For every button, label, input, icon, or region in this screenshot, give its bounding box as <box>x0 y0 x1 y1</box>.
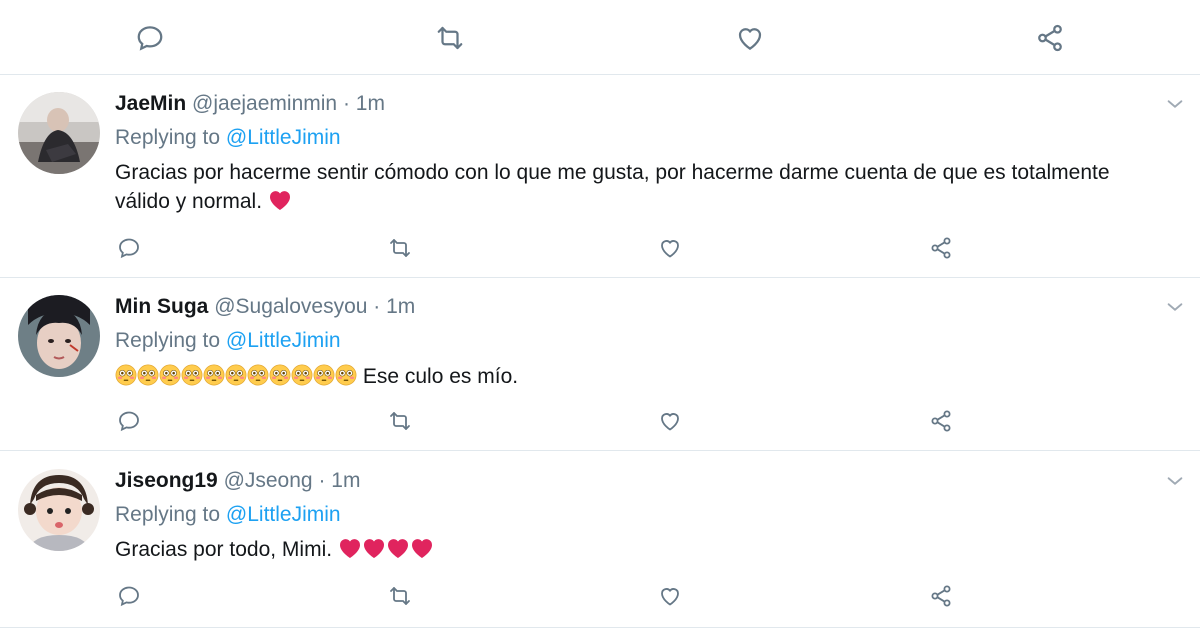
flushed-face-emoji-icon <box>225 364 247 394</box>
reply-icon[interactable] <box>114 581 144 611</box>
reply-icon[interactable] <box>114 406 144 436</box>
red-heart-emoji-icon <box>362 537 386 567</box>
avatar[interactable] <box>18 469 100 551</box>
like-icon[interactable] <box>655 406 685 436</box>
replying-to: Replying to @LittleJimin <box>115 503 341 527</box>
replying-to: Replying to @LittleJimin <box>115 126 341 150</box>
retweet-icon[interactable] <box>385 233 415 263</box>
share-icon[interactable] <box>926 581 956 611</box>
tweet-header: JaeMin @jaejaeminmin · 1m <box>115 92 385 116</box>
mention-link[interactable]: @LittleJimin <box>226 329 341 352</box>
red-heart-emoji-icon <box>410 537 434 567</box>
red-heart-emoji-icon <box>338 537 362 567</box>
chevron-down-icon[interactable] <box>1164 93 1186 115</box>
separator-dot: · <box>373 295 381 318</box>
flushed-face-emoji-icon <box>269 364 291 394</box>
share-icon[interactable] <box>1032 20 1068 56</box>
chevron-down-icon[interactable] <box>1164 470 1186 492</box>
tweet-header: Jiseong19 @Jseong · 1m <box>115 469 360 493</box>
tweet[interactable]: Jiseong19 @Jseong · 1m Replying to @Litt… <box>0 451 1200 628</box>
flushed-face-emoji-row <box>115 364 357 388</box>
flushed-face-emoji-icon <box>335 364 357 394</box>
user-handle[interactable]: @Sugalovesyou <box>214 295 367 318</box>
replying-prefix: Replying to <box>115 126 226 149</box>
replying-prefix: Replying to <box>115 329 226 352</box>
like-icon[interactable] <box>655 233 685 263</box>
user-handle[interactable]: @Jseong <box>224 469 313 492</box>
share-icon[interactable] <box>926 233 956 263</box>
flushed-face-emoji-icon <box>181 364 203 394</box>
red-heart-emoji-icon <box>386 537 410 567</box>
user-handle[interactable]: @jaejaeminmin <box>192 92 337 115</box>
like-icon[interactable] <box>655 581 685 611</box>
display-name[interactable]: Min Suga <box>115 295 208 318</box>
retweet-icon[interactable] <box>432 20 468 56</box>
retweet-icon[interactable] <box>385 406 415 436</box>
retweet-icon[interactable] <box>385 581 415 611</box>
tweet-text: Ese culo es mío. <box>115 362 1115 394</box>
separator-dot: · <box>318 469 326 492</box>
flushed-face-emoji-icon <box>247 364 269 394</box>
share-icon[interactable] <box>926 406 956 436</box>
flushed-face-emoji-icon <box>291 364 313 394</box>
flushed-face-emoji-icon <box>159 364 181 394</box>
flushed-face-emoji-icon <box>203 364 225 394</box>
like-icon[interactable] <box>732 20 768 56</box>
tweet-text-content: Ese culo es mío. <box>362 365 519 388</box>
display-name[interactable]: Jiseong19 <box>115 469 218 492</box>
timestamp[interactable]: 1m <box>386 295 415 318</box>
red-heart-emoji-row <box>338 538 434 561</box>
flushed-face-emoji-icon <box>115 364 137 394</box>
tweet-text-content: Gracias por todo, Mimi. <box>115 538 333 561</box>
display-name[interactable]: JaeMin <box>115 92 186 115</box>
avatar[interactable] <box>18 295 100 377</box>
tweet-text-content: Gracias por hacerme sentir cómodo con lo… <box>115 161 1110 213</box>
tweet[interactable]: Min Suga @Sugalovesyou · 1m Replying to … <box>0 278 1200 451</box>
red-heart-emoji-icon <box>268 189 292 219</box>
timestamp[interactable]: 1m <box>331 469 360 492</box>
replying-to: Replying to @LittleJimin <box>115 329 341 353</box>
mention-link[interactable]: @LittleJimin <box>226 126 341 149</box>
chevron-down-icon[interactable] <box>1164 296 1186 318</box>
replying-prefix: Replying to <box>115 503 226 526</box>
tweet-text: Gracias por hacerme sentir cómodo con lo… <box>115 158 1115 219</box>
flushed-face-emoji-icon <box>313 364 335 394</box>
mention-link[interactable]: @LittleJimin <box>226 503 341 526</box>
reply-icon[interactable] <box>114 233 144 263</box>
flushed-face-emoji-icon <box>137 364 159 394</box>
tweet-text: Gracias por todo, Mimi. <box>115 535 1115 567</box>
reply-icon[interactable] <box>132 20 168 56</box>
timestamp[interactable]: 1m <box>356 92 385 115</box>
tweet[interactable]: JaeMin @jaejaeminmin · 1m Replying to @L… <box>0 75 1200 278</box>
avatar[interactable] <box>18 92 100 174</box>
separator-dot: · <box>342 92 350 115</box>
tweet-header: Min Suga @Sugalovesyou · 1m <box>115 295 415 319</box>
top-action-bar <box>0 0 1200 75</box>
